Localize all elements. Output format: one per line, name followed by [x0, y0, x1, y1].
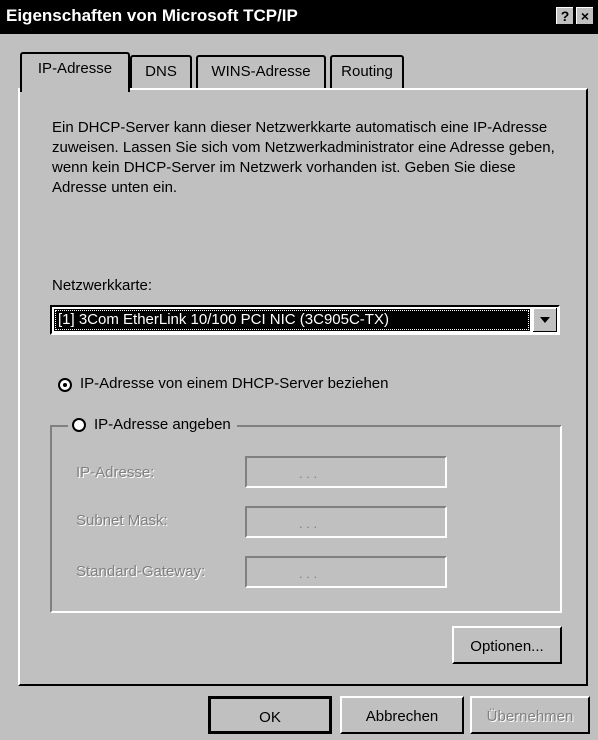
dhcp-radio-label[interactable]: IP-Adresse von einem DHCP-Server beziehe… [80, 375, 388, 392]
subnet-mask-field[interactable]: . . . [245, 506, 447, 538]
adapter-dropdown[interactable]: [1] 3Com EtherLink 10/100 PCI NIC (3C905… [50, 305, 560, 335]
ip-address-label: IP-Adresse: [76, 464, 155, 481]
tab-routing[interactable]: Routing [330, 55, 404, 89]
tab-wins-adresse[interactable]: WINS-Adresse [196, 55, 326, 89]
title-bar[interactable]: Eigenschaften von Microsoft TCP/IP ? × [0, 0, 598, 34]
adapter-selected-value: [1] 3Com EtherLink 10/100 PCI NIC (3C905… [54, 309, 530, 331]
window-title: Eigenschaften von Microsoft TCP/IP [6, 6, 298, 25]
ok-button[interactable]: OK [208, 696, 332, 734]
options-button[interactable]: Optionen... [452, 626, 562, 664]
help-button[interactable]: ? [556, 7, 574, 25]
description-text: Ein DHCP-Server kann dieser Netzwerkkart… [52, 119, 555, 196]
gateway-label: Standard-Gateway: [76, 563, 206, 580]
tab-dns[interactable]: DNS [130, 55, 192, 89]
dropdown-arrow-icon[interactable] [533, 308, 557, 332]
tcpip-properties-dialog: Eigenschaften von Microsoft TCP/IP ? × I… [0, 0, 598, 740]
tab-ip-adresse[interactable]: IP-Adresse [20, 52, 130, 92]
adapter-label: Netzwerkkarte: [52, 277, 153, 294]
manual-ip-legend: IP-Adresse angeben [68, 414, 237, 436]
gateway-field[interactable]: . . . [245, 556, 447, 588]
subnet-mask-dots: . . . [299, 516, 318, 531]
gateway-dots: . . . [299, 566, 318, 581]
dhcp-radio[interactable] [58, 378, 72, 392]
subnet-mask-label: Subnet Mask: [76, 512, 168, 529]
apply-button[interactable]: Übernehmen [470, 696, 590, 734]
cancel-button[interactable]: Abbrechen [340, 696, 464, 734]
manual-ip-radio[interactable] [72, 418, 86, 432]
ip-address-dots: . . . [299, 466, 318, 481]
close-button[interactable]: × [576, 7, 594, 25]
manual-ip-radio-label[interactable]: IP-Adresse angeben [94, 416, 231, 433]
ip-address-field[interactable]: . . . [245, 456, 447, 488]
